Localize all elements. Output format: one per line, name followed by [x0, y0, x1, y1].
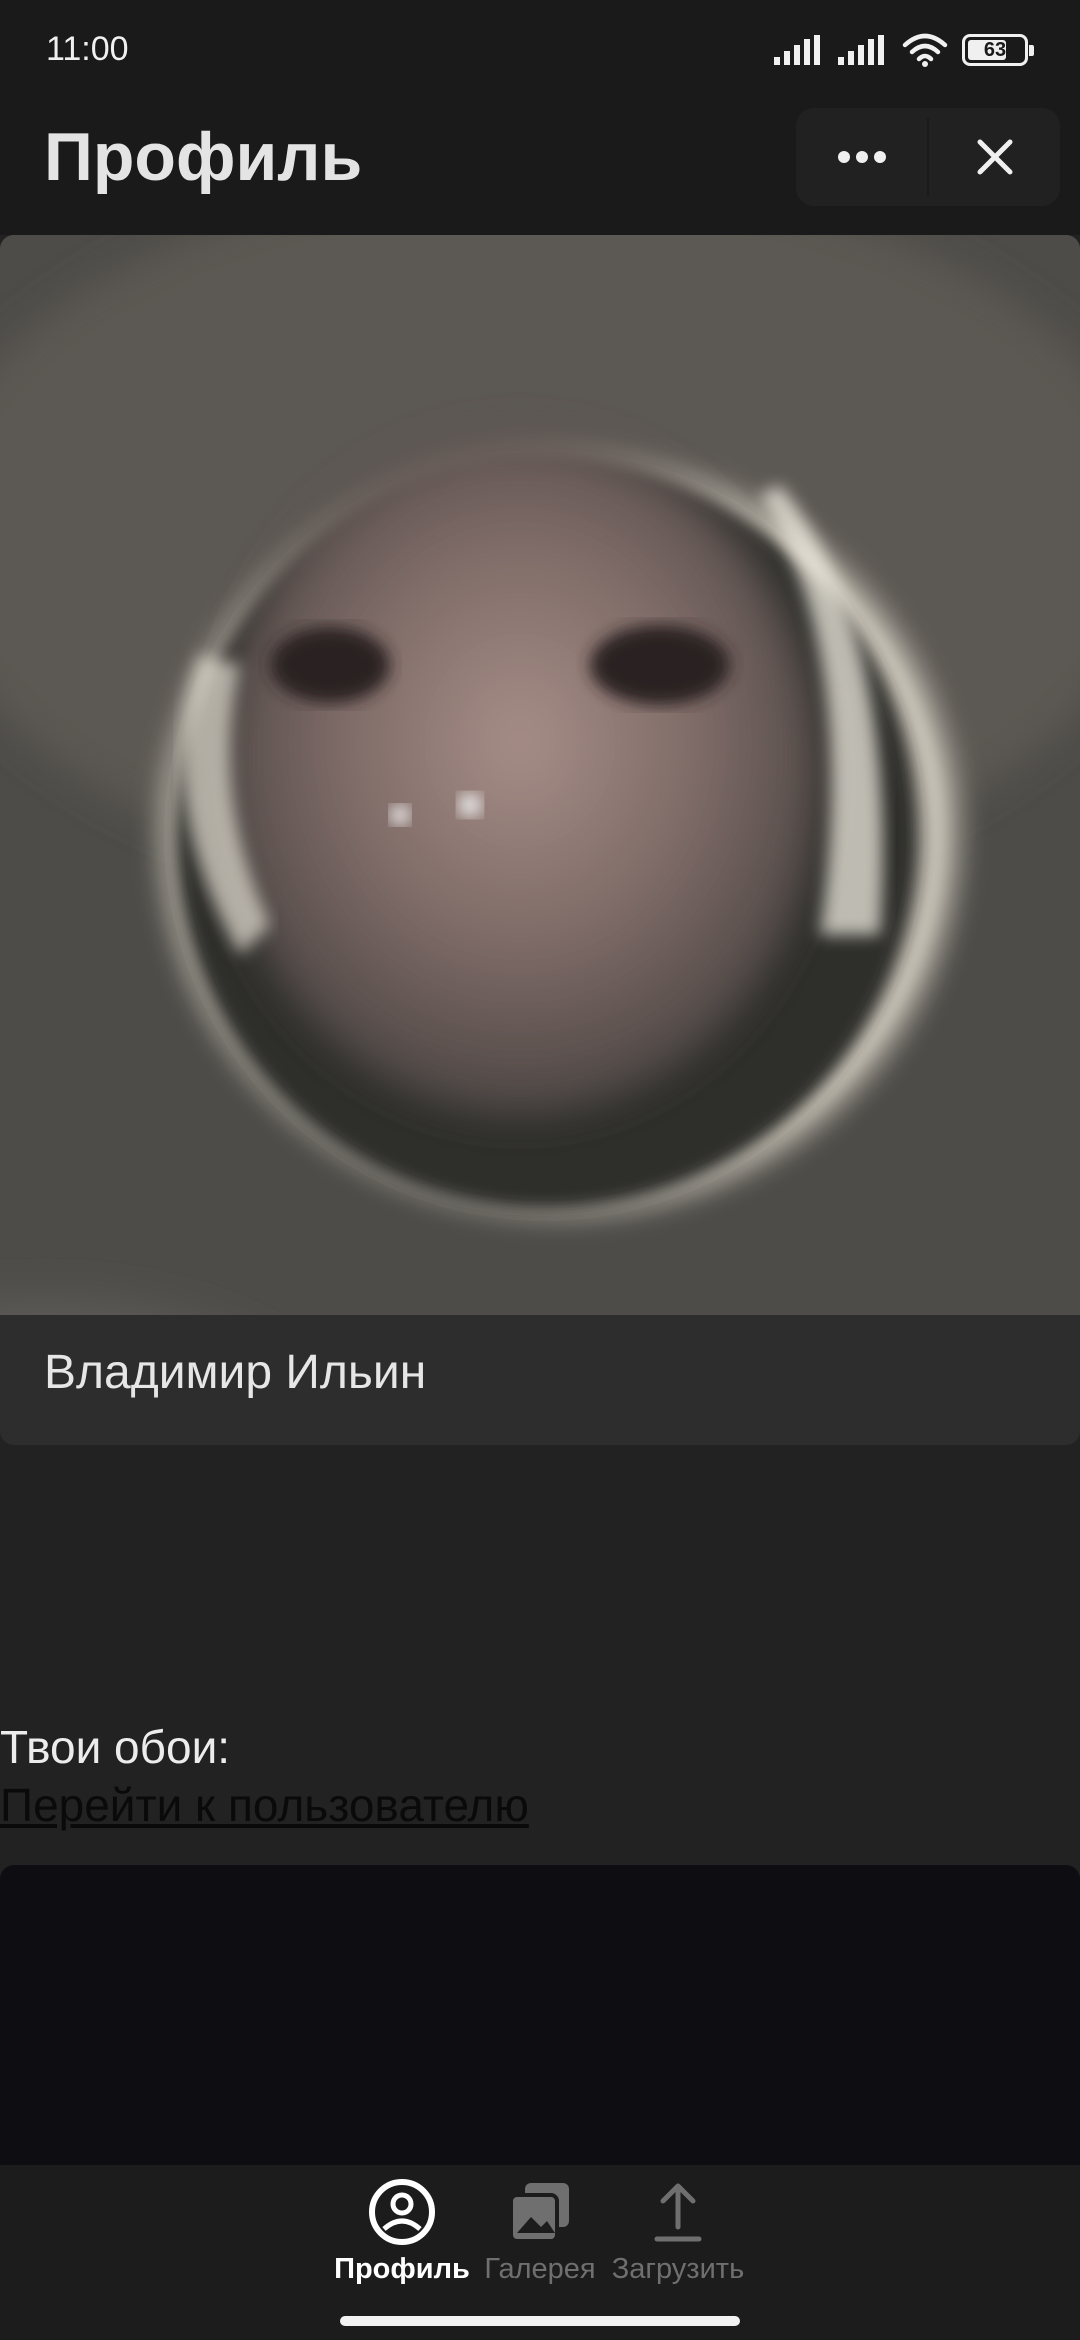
nav-gallery-label: Галерея [484, 2253, 596, 2285]
close-button[interactable] [929, 108, 1060, 206]
nav-upload-label: Загрузить [611, 2253, 745, 2285]
header: Профиль [0, 100, 1080, 235]
nav-profile-label: Профиль [334, 2253, 470, 2285]
nav-upload[interactable]: Загрузить [609, 2165, 747, 2295]
avatar-photo [0, 235, 1080, 1315]
status-bar: 11:00 63 [0, 0, 1080, 100]
screen: 11:00 63 Профиль Владимир Ильин Твои обо… [0, 0, 1080, 2340]
gallery-icon [509, 2183, 569, 2243]
signal-icon [774, 35, 820, 65]
home-indicator[interactable] [340, 2316, 740, 2326]
nav-profile[interactable]: Профиль [333, 2165, 471, 2295]
wifi-icon [902, 33, 948, 67]
status-time: 11:00 [46, 30, 129, 68]
more-button[interactable] [796, 108, 927, 206]
wallpaper-preview[interactable] [0, 1865, 1080, 2165]
battery-level: 63 [983, 38, 1007, 61]
user-name: Владимир Ильин [44, 1346, 427, 1399]
upload-icon [654, 2183, 702, 2242]
battery-icon: 63 [962, 34, 1034, 66]
more-horizontal-icon [837, 151, 886, 163]
wallpapers-title: Твои обои: [0, 1721, 231, 1773]
signal-icon [838, 35, 884, 65]
avatar[interactable] [0, 235, 1080, 1315]
status-icons: 63 [774, 30, 1034, 70]
nav-gallery[interactable]: Галерея [471, 2165, 609, 2295]
go-to-user-link[interactable]: Перейти к пользователю [0, 1778, 529, 1832]
bottom-nav: Профиль Галерея Загрузить [0, 2165, 1080, 2295]
close-icon [977, 139, 1012, 175]
profile-icon [369, 2179, 435, 2245]
profile-card: Владимир Ильин [0, 235, 1080, 1445]
header-actions [796, 108, 1060, 206]
page-title: Профиль [44, 119, 363, 195]
